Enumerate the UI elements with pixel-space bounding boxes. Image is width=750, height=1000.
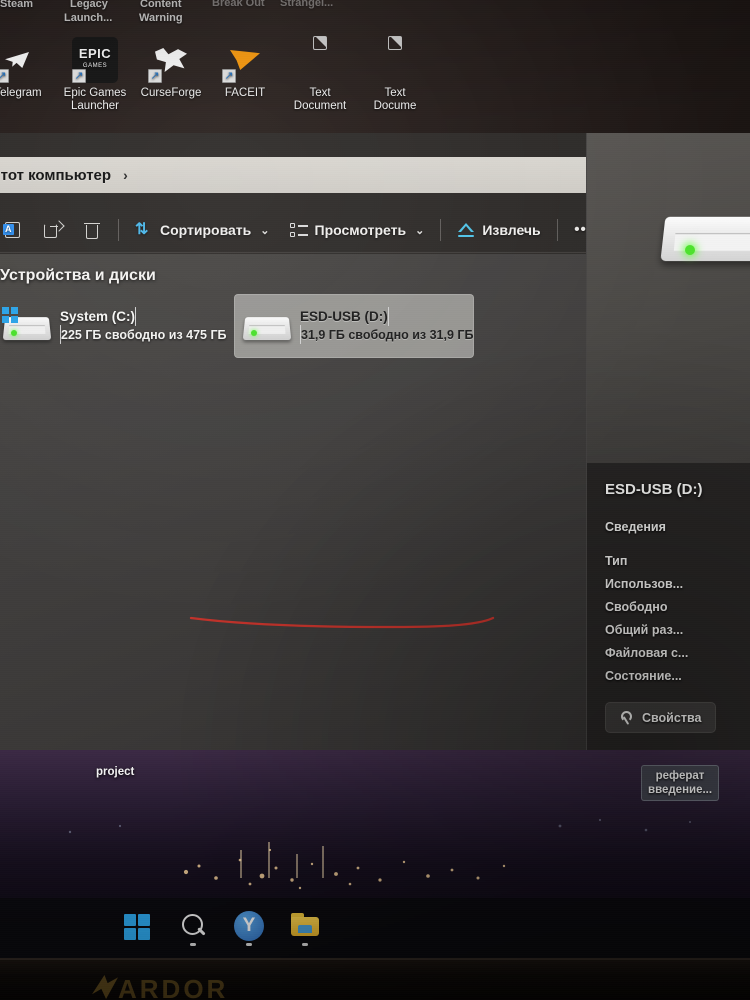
details-row-used: Использов... — [605, 577, 684, 591]
details-row-type: Тип — [605, 554, 628, 568]
taskbar-file-explorer-button[interactable] — [290, 911, 320, 946]
toolbar-divider — [118, 219, 119, 241]
desktop-icon-label-2: Docume — [373, 100, 417, 112]
eject-icon — [457, 221, 475, 239]
delete-button[interactable] — [72, 213, 112, 247]
text-document-icon — [372, 36, 418, 83]
properties-button-label: Свойства — [642, 710, 702, 725]
desktop-icon-label: Telegram — [0, 87, 42, 99]
taskbar-start-button[interactable] — [122, 911, 152, 941]
running-indicator — [190, 943, 196, 946]
shortcut-arrow-icon: ↗ — [222, 69, 236, 83]
desktop-icon-curseforge[interactable]: ↗ CurseForge — [131, 37, 211, 100]
windows-logo-icon — [2, 307, 19, 324]
desktop-icon-label: FACEIT — [224, 87, 266, 99]
desktop-icon-label: Epic Games — [63, 87, 127, 99]
view-icon — [289, 221, 308, 239]
details-preview-area — [587, 133, 750, 463]
share-button[interactable] — [32, 213, 72, 247]
toolbar-divider — [556, 219, 558, 241]
rename-button[interactable]: A — [0, 213, 32, 247]
taskbar — [0, 898, 750, 960]
eject-button[interactable]: Извлечь — [447, 213, 550, 247]
faceit-icon: ↗ — [222, 37, 268, 83]
usb-drive-preview-icon — [660, 209, 750, 271]
details-title: ESD-USB (D:) — [605, 481, 703, 498]
desktop-top-area: Steam Legacy Launch... Content Warning B… — [0, 0, 750, 133]
desktop-icon-label: CurseForge — [140, 87, 202, 99]
wallpaper-city-lights — [68, 818, 691, 890]
desktop-icon-text-document-1[interactable]: Text Document — [280, 36, 360, 113]
drive-led-icon — [11, 330, 17, 336]
desktop-selected-item[interactable]: реферат введение... — [641, 765, 719, 801]
desktop-icon-label: Text — [309, 87, 331, 99]
wrench-icon — [620, 710, 635, 725]
view-button[interactable]: Просмотреть ⌄ — [280, 213, 435, 247]
drive-capacity-text: 31,9 ГБ свободно из 31,9 ГБ — [301, 328, 474, 342]
desktop-icon-faceit[interactable]: ↗ FACEIT — [205, 37, 285, 100]
laptop-screen-photo: Steam Legacy Launch... Content Warning B… — [0, 0, 750, 1000]
usb-drive-icon — [242, 304, 292, 348]
details-pane: ESD-USB (D:) Сведения Тип Использов... С… — [586, 133, 750, 750]
shortcut-arrow-icon: ↗ — [72, 69, 86, 83]
drive-tile-esd-usb-d[interactable]: ESD-USB (D:) 31,9 ГБ свободно из 31,9 ГБ — [234, 294, 474, 358]
chevron-down-icon: ⌄ — [415, 224, 425, 237]
sort-label: Сортировать — [160, 222, 252, 238]
desktop-icon-label-2: Launcher — [71, 100, 119, 112]
details-body: ESD-USB (D:) Сведения Тип Использов... С… — [587, 463, 750, 750]
details-section-label: Сведения — [605, 520, 666, 534]
laptop-bezel: ARDOR — [0, 960, 750, 1000]
trash-icon — [84, 221, 100, 240]
details-row-state: Состояние... — [605, 669, 682, 683]
running-indicator — [246, 943, 252, 946]
sort-button[interactable]: ⇅ Сортировать ⌄ — [125, 213, 280, 247]
curseforge-icon: ↗ — [148, 37, 194, 83]
group-header-devices-and-drives: Устройства и диски — [0, 267, 156, 284]
drive-name: ESD-USB (D:) — [300, 309, 388, 324]
details-row-total: Общий раз... — [605, 623, 684, 637]
drive-led-icon — [251, 330, 257, 336]
drive-name: System (C:) — [60, 309, 136, 324]
bezel-brand-text: ARDOR — [118, 974, 229, 1000]
ardor-logo-icon — [92, 975, 118, 999]
taskbar-search-button[interactable] — [178, 911, 208, 946]
hard-drive-icon — [2, 304, 52, 348]
chevron-down-icon: ⌄ — [260, 224, 270, 237]
chevron-right-icon[interactable]: › — [123, 167, 128, 183]
text-document-icon — [297, 36, 343, 83]
rename-icon: A — [2, 221, 22, 240]
breadcrumb-this-pc[interactable]: Этот компьютер — [0, 167, 111, 184]
share-icon — [43, 221, 62, 240]
sort-icon: ⇅ — [135, 221, 149, 238]
view-label: Просмотреть — [314, 222, 407, 238]
explorer-content-area[interactable]: Устройства и диски System (C:) 225 ГБ св… — [0, 254, 586, 750]
desktop-icon-epic-games[interactable]: EPIC GAMES ↗ Epic Games Launcher — [55, 37, 135, 113]
drive-capacity-text: 225 ГБ свободно из 475 ГБ — [61, 328, 227, 342]
running-indicator — [302, 943, 308, 946]
properties-button[interactable]: Свойства — [605, 702, 717, 733]
desktop-icon-label-2: Document — [293, 100, 347, 112]
desktop-selected-line-1: реферат — [655, 770, 705, 782]
desktop-icon-label: Text — [384, 87, 406, 99]
toolbar-divider — [440, 219, 442, 241]
drive-led-icon — [685, 245, 695, 255]
epic-games-icon: EPIC GAMES ↗ — [72, 37, 118, 83]
desktop-icon-text-document-2[interactable]: Text Docume — [355, 36, 435, 113]
desktop-selected-line-2: введение... — [648, 784, 713, 796]
drive-tile-system-c[interactable]: System (C:) 225 ГБ свободно из 475 ГБ — [0, 294, 234, 358]
desktop-label-project[interactable]: project — [96, 766, 134, 778]
taskbar-yandex-browser-button[interactable] — [234, 911, 264, 946]
shortcut-arrow-icon: ↗ — [148, 69, 162, 83]
desktop-icon-telegram[interactable]: ↗ Telegram — [0, 37, 58, 100]
eject-label: Извлечь — [482, 222, 541, 238]
telegram-icon: ↗ — [0, 37, 41, 83]
breadcrumb-bar[interactable]: Этот компьютер › — [0, 157, 598, 193]
details-row-free: Свободно — [605, 600, 668, 614]
details-row-filesystem: Файловая с... — [605, 646, 689, 660]
shortcut-arrow-icon: ↗ — [0, 69, 9, 83]
